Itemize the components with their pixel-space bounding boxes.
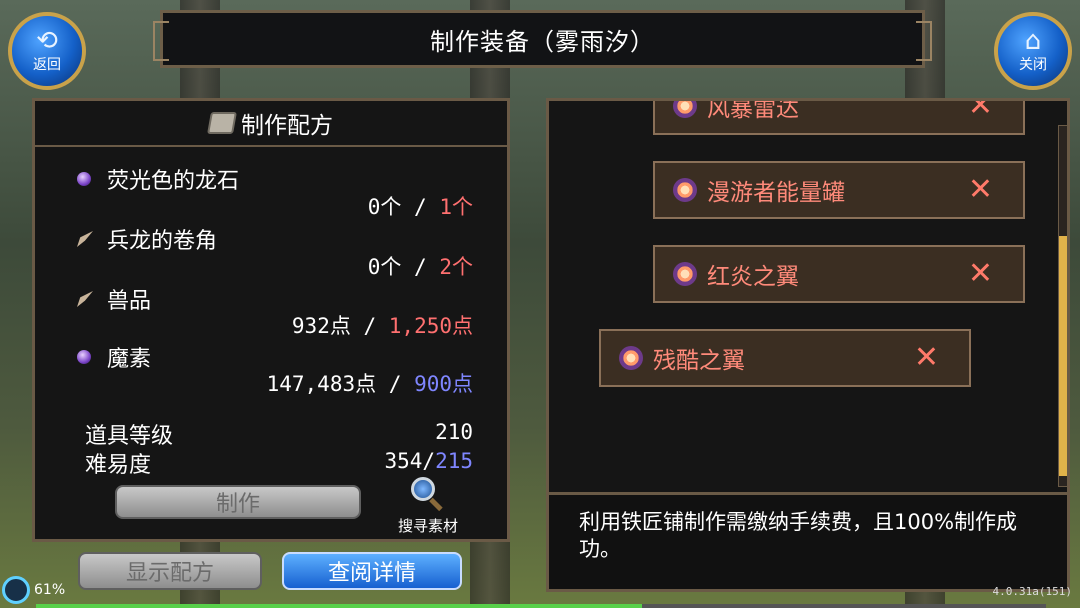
back-label: 返回 (33, 57, 61, 73)
battery-text: 61% (34, 582, 66, 598)
item-level-label: 道具等级 (85, 424, 174, 449)
emblem-icon (673, 101, 697, 118)
difficulty-required: 215 (435, 449, 473, 473)
list-item[interactable]: 风暴雷达 ✕ (653, 98, 1025, 135)
cross-icon: ✕ (967, 256, 993, 291)
progress-fill (36, 604, 642, 608)
divider (35, 145, 507, 147)
separator: / (401, 255, 440, 279)
item-level-value: 210 (435, 420, 473, 444)
version-label: 4.0.31a(151) (992, 585, 1072, 598)
list-item[interactable]: 漫游者能量罐 ✕ (653, 161, 1025, 219)
material-count: 932点 / 1,250点 (292, 310, 473, 340)
material-label: 兽品 (107, 289, 152, 314)
list-item[interactable]: 红炎之翼 ✕ (653, 245, 1025, 303)
emblem-icon (673, 262, 697, 286)
make-button[interactable]: 制作 (115, 485, 361, 519)
difficulty-value: 354/215 (384, 449, 473, 473)
cross-icon: ✕ (967, 98, 993, 123)
material-name: 魔素 (77, 341, 151, 373)
page-title: 制作装备（雾雨汐） (153, 10, 932, 68)
search-materials-label: 搜寻素材 (397, 517, 458, 535)
horn-icon (77, 231, 93, 247)
material-label: 兵龙的卷角 (107, 229, 218, 254)
search-materials-button[interactable]: 搜寻素材 (383, 477, 473, 536)
separator: / (376, 372, 415, 396)
material-label: 荧光色的龙石 (107, 169, 240, 194)
material-name: 荧光色的龙石 (77, 163, 239, 195)
recipe-panel-title: 制作配方 (241, 113, 333, 139)
equipment-list-panel: 风暴雷达 ✕ 漫游者能量罐 ✕ 红炎之翼 ✕ 残酷之翼 ✕ (546, 98, 1070, 495)
have-count: 932点 (291, 314, 351, 338)
horn-icon (77, 291, 93, 307)
difficulty-label: 难易度 (85, 453, 152, 478)
item-label: 残酷之翼 (653, 348, 745, 374)
separator: / (350, 314, 389, 338)
item-label: 漫游者能量罐 (707, 180, 845, 206)
item-label: 风暴雷达 (707, 98, 799, 122)
need-count: 1个 (439, 195, 473, 219)
close-button[interactable]: ⌂ 关闭 (994, 12, 1072, 90)
material-label: 魔素 (107, 347, 152, 372)
material-count: 0个 / 2个 (368, 251, 473, 281)
item-label: 红炎之翼 (707, 264, 799, 290)
home-icon: ⌂ (1024, 26, 1042, 56)
need-count: 2个 (439, 255, 473, 279)
cross-icon: ✕ (967, 172, 993, 207)
scroll-thumb[interactable] (1059, 236, 1067, 476)
view-details-button[interactable]: 查阅详情 (282, 552, 462, 590)
cross-icon: ✕ (913, 340, 939, 375)
list-item[interactable]: 残酷之翼 ✕ (599, 329, 971, 387)
need-count: 900点 (414, 372, 473, 396)
gem-icon (77, 350, 91, 364)
status-indicator: 61% (2, 576, 65, 604)
have-count: 0个 (367, 195, 402, 219)
close-label: 关闭 (1019, 57, 1047, 73)
magnifier-icon (411, 477, 445, 512)
list-scrollbar[interactable] (1058, 125, 1068, 487)
recipe-panel-header: 制作配方 (35, 105, 507, 141)
have-count: 0个 (367, 255, 402, 279)
have-count: 147,483点 (266, 372, 377, 396)
message-box: 利用铁匠铺制作需缴纳手续费，且100%制作成功。 (546, 492, 1070, 592)
separator: / (401, 195, 440, 219)
emblem-icon (619, 346, 643, 370)
back-button[interactable]: ⟲ 返回 (8, 12, 86, 90)
material-count: 0个 / 1个 (368, 191, 473, 221)
battery-icon (2, 576, 30, 604)
book-icon (207, 112, 237, 134)
recipe-panel: 制作配方 荧光色的龙石 0个 / 1个 兵龙的卷角 0个 / 2个 兽品 932… (32, 98, 510, 542)
return-arrow-icon: ⟲ (36, 26, 58, 56)
emblem-icon (673, 178, 697, 202)
progress-bar (36, 604, 1046, 608)
gem-icon (77, 172, 91, 186)
need-count: 1,250点 (388, 314, 473, 338)
material-name: 兵龙的卷角 (77, 223, 217, 255)
material-count: 147,483点 / 900点 (267, 368, 473, 398)
material-name: 兽品 (77, 283, 151, 315)
show-recipe-button[interactable]: 显示配方 (78, 552, 262, 590)
difficulty-current: 354/ (384, 449, 436, 473)
